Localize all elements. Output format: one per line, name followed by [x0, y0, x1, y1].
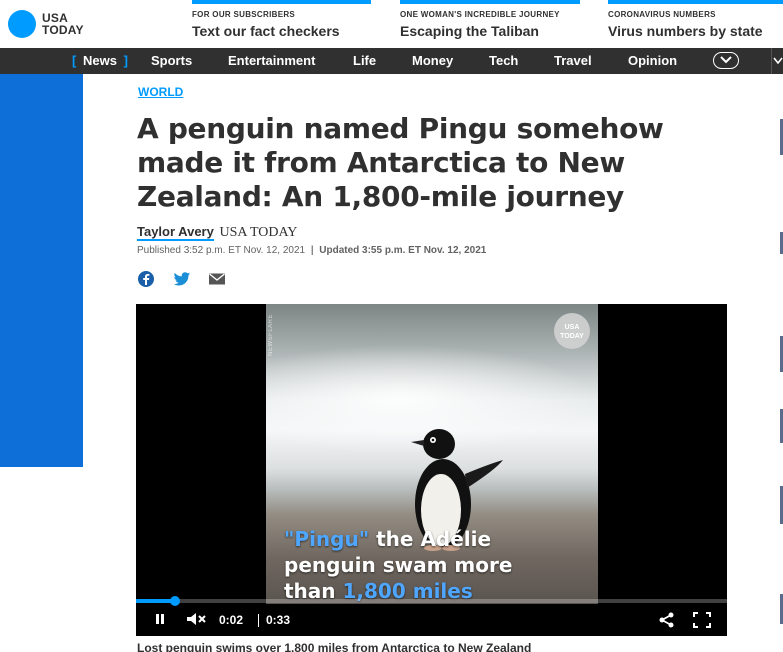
promo-kicker: ONE WOMAN'S INCREDIBLE JOURNEY [400, 10, 560, 19]
main-nav: [ News ] Sports Entertainment Life Money… [0, 48, 783, 74]
article-dates: Published 3:52 p.m. ET Nov. 12, 2021 | U… [137, 245, 486, 256]
caption-highlight-name: "Pingu" [284, 527, 370, 551]
logo-text: USA TODAY [42, 12, 84, 36]
promo-virus-numbers[interactable]: CORONAVIRUS NUMBERS Virus numbers by sta… [608, 0, 783, 44]
pause-icon[interactable] [154, 612, 166, 626]
video-frame[interactable]: NEWSFLARE USA TODAY "Pingu" the Adélie p… [266, 304, 598, 604]
chevron-down-icon [720, 56, 732, 64]
video-progress-bar[interactable] [136, 596, 727, 606]
promo-headline[interactable]: Escaping the Taliban [400, 23, 580, 39]
video-title-caption: Lost penguin swims over 1,800 miles from… [137, 641, 532, 652]
share-email-button[interactable] [208, 270, 226, 288]
caption-text: the Adélie [369, 527, 492, 551]
share-facebook-button[interactable] [137, 270, 155, 288]
time-separator [258, 614, 259, 627]
author-link[interactable]: Taylor Avery [137, 224, 214, 241]
usa-today-logo[interactable]: USA TODAY [8, 10, 84, 38]
video-overlay-caption: "Pingu" the Adélie penguin swam more tha… [284, 526, 512, 604]
side-ad-block[interactable] [0, 74, 83, 467]
email-icon [209, 273, 225, 285]
share-twitter-button[interactable] [173, 270, 191, 288]
mute-icon[interactable] [186, 612, 206, 626]
updated-date: Updated 3:55 p.m. ET Nov. 12, 2021 [319, 245, 487, 256]
nav-side-menu[interactable] [771, 48, 783, 74]
site-header: USA TODAY FOR OUR SUBSCRIBERS Text our f… [0, 0, 783, 48]
video-watermark: NEWSFLARE [268, 314, 274, 356]
chevron-down-icon [773, 57, 783, 65]
twitter-icon [173, 272, 191, 286]
share-icon[interactable] [659, 612, 675, 628]
byline: Taylor Avery USA TODAY [137, 224, 297, 241]
nav-item-travel[interactable]: Travel [554, 48, 592, 74]
date-separator: | [310, 245, 314, 256]
video-controls: 0:02 0:33 [136, 604, 727, 636]
promo-kicker: CORONAVIRUS NUMBERS [608, 10, 716, 19]
promo-fact-checkers[interactable]: FOR OUR SUBSCRIBERS Text our fact checke… [192, 0, 371, 44]
video-player[interactable]: NEWSFLARE USA TODAY "Pingu" the Adélie p… [136, 304, 727, 636]
fullscreen-icon[interactable] [693, 612, 711, 628]
logo-line-2: TODAY [42, 23, 84, 37]
current-time: 0:02 [219, 613, 244, 627]
logo-circle-icon [8, 10, 36, 38]
section-label[interactable]: WORLD [138, 85, 183, 99]
nav-item-label: News [82, 53, 117, 68]
nav-more-button[interactable] [713, 52, 739, 69]
nav-active-bracket-open: [ [72, 53, 77, 68]
published-date: Published 3:52 p.m. ET Nov. 12, 2021 [137, 245, 306, 256]
article-title: A penguin named Pingu somehow made it fr… [137, 112, 664, 213]
promo-headline[interactable]: Virus numbers by state [608, 23, 783, 39]
nav-item-opinion[interactable]: Opinion [628, 48, 677, 74]
duration: 0:33 [266, 613, 291, 627]
nav-item-tech[interactable]: Tech [489, 48, 518, 74]
facebook-icon [138, 271, 154, 287]
video-brand-badge: USA TODAY [554, 313, 590, 349]
promo-kicker: FOR OUR SUBSCRIBERS [192, 10, 296, 19]
nav-item-entertainment[interactable]: Entertainment [228, 48, 315, 74]
nav-item-money[interactable]: Money [412, 48, 453, 74]
promo-headline[interactable]: Text our fact checkers [192, 23, 371, 39]
badge-line-1: USA [564, 324, 580, 331]
nav-item-life[interactable]: Life [353, 48, 376, 74]
promo-taliban[interactable]: ONE WOMAN'S INCREDIBLE JOURNEY Escaping … [400, 0, 580, 44]
nav-item-news[interactable]: [ News ] [72, 48, 128, 74]
nav-item-sports[interactable]: Sports [151, 48, 192, 74]
badge-line-2: TODAY [560, 333, 584, 340]
nav-active-bracket-close: ] [123, 53, 128, 68]
outlet-name: USA TODAY [219, 225, 298, 240]
caption-text: penguin swam more [284, 553, 513, 577]
